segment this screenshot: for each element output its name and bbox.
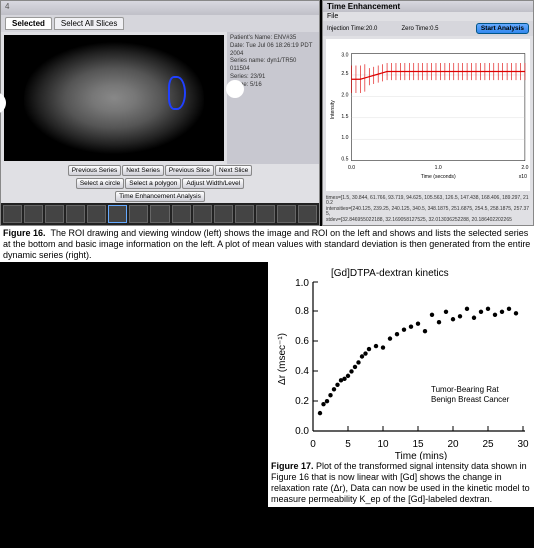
svg-text:2.0: 2.0: [341, 92, 348, 98]
select-circle-button[interactable]: Select a circle: [76, 178, 124, 189]
thumb-(40,5)[interactable]: (40,5): [256, 205, 275, 223]
series-num: Series: 23/91: [230, 74, 316, 82]
te-xlabel: Time (seconds): [421, 174, 456, 180]
thumbnail-strip: (28,5)(29,5)(30,5)(31,5)(32,5)(33,5)(34,…: [1, 203, 319, 225]
next-slice-button[interactable]: Next Slice: [215, 165, 252, 176]
thumb-(42,5)[interactable]: (42,5): [298, 205, 317, 223]
te-xmul: x10: [519, 174, 527, 180]
thumb-(35,5)[interactable]: (35,5): [150, 205, 169, 223]
thumb-(29,5)[interactable]: (29,5): [24, 205, 43, 223]
spacer: [0, 262, 268, 506]
svg-text:1.0: 1.0: [435, 165, 442, 171]
tab-all-slices[interactable]: Select All Slices: [54, 17, 124, 30]
svg-text:0.0: 0.0: [295, 426, 309, 437]
svg-text:2.5: 2.5: [341, 71, 348, 77]
fig17-title: [Gd]DTPA-dextran kinetics: [331, 268, 449, 279]
te-data-footer: times=[1.5, 30.844, 61.766, 93.719, 94.6…: [323, 194, 533, 226]
svg-text:2.0: 2.0: [521, 165, 528, 171]
svg-text:0.0: 0.0: [348, 165, 355, 171]
kinetics-chart: [Gd]DTPA-dextran kinetics 0.0 0.2 0.4 0.6 0…: [271, 264, 531, 460]
date: Date: Tue Jul 06 18:26:19 PDT 2004: [230, 43, 316, 59]
svg-text:15: 15: [412, 439, 424, 450]
start-analysis-button[interactable]: Start Analysis: [476, 23, 529, 34]
prev-series-button[interactable]: Previous Series: [68, 165, 122, 176]
figure-16-caption: Figure 16. The ROI drawing and viewing w…: [0, 226, 534, 262]
fig16-text: The ROI drawing and viewing window (left…: [3, 228, 530, 260]
fig16-label: Figure 16.: [3, 228, 46, 238]
svg-text:20: 20: [447, 439, 459, 450]
tab-selected[interactable]: Selected: [5, 17, 52, 30]
te-title: Time Enhancement: [323, 1, 533, 12]
inj-label: Injection Time:: [327, 26, 366, 32]
thumb-(36,5)[interactable]: (36,5): [172, 205, 191, 223]
fig17-label: Figure 17.: [271, 461, 314, 471]
thumb-(37,5)[interactable]: (37,5): [193, 205, 212, 223]
thumb-(41,5)[interactable]: (41,5): [277, 205, 296, 223]
te-ylabel: Intensity: [330, 100, 336, 119]
thumb-(39,5)[interactable]: (39,5): [235, 205, 254, 223]
fig17-xlabel: Time (mins): [395, 451, 447, 460]
svg-text:30: 30: [517, 439, 529, 450]
zero-label: Zero Time:: [401, 26, 430, 32]
mri-image[interactable]: [4, 35, 224, 161]
image-info: Patient's Name: ENV#35 Date: Tue Jul 06 …: [227, 32, 319, 164]
time-enhancement-window: Time Enhancement File Injection Time:20.…: [322, 0, 534, 226]
fig17-ann2: Benign Breast Cancer: [431, 395, 510, 404]
svg-text:1.0: 1.0: [295, 278, 309, 289]
svg-text:0.4: 0.4: [295, 366, 309, 377]
adjust-wl-button[interactable]: Adjust Width/Level: [182, 178, 244, 189]
fig17-ylabel: Δr (msec⁻¹): [277, 333, 288, 385]
svg-text:25: 25: [482, 439, 494, 450]
select-polygon-button[interactable]: Select a polygon: [125, 178, 181, 189]
menu-file[interactable]: File: [323, 12, 533, 21]
thumb-(28,5)[interactable]: (28,5): [3, 205, 22, 223]
svg-text:0.8: 0.8: [295, 306, 309, 317]
roi-outline[interactable]: [168, 76, 186, 110]
figure-17-caption: Figure 17. Plot of the transformed signa…: [271, 460, 531, 504]
patient-name: Patient's Name: ENV#35: [230, 35, 316, 43]
time-enhance-button[interactable]: Time Enhancement Analysis: [115, 191, 205, 202]
svg-text:0: 0: [310, 439, 316, 450]
fig17-ann1: Tumor-Bearing Rat: [431, 385, 500, 394]
roi-window: 4 Selected Select All Slices Patient's N…: [0, 0, 320, 226]
prev-slice-button[interactable]: Previous Slice: [165, 165, 214, 176]
inj-value: 20.0: [366, 26, 378, 32]
thumb-(38,5)[interactable]: (38,5): [214, 205, 233, 223]
svg-text:3.0: 3.0: [341, 53, 348, 59]
svg-text:5: 5: [345, 439, 351, 450]
thumb-(31,5)[interactable]: (31,5): [66, 205, 85, 223]
series-name: Series name: dyn1/TR50 011504: [230, 58, 316, 74]
thumb-(33,5)[interactable]: (33,5): [108, 205, 127, 223]
svg-text:0.2: 0.2: [295, 396, 309, 407]
thumb-(30,5)[interactable]: (30,5): [45, 205, 64, 223]
svg-text:0.6: 0.6: [295, 336, 309, 347]
te-chart: 0.5 1.0 1.5 2.0 2.5 3.0 0.0 1.0 2.0 Time (se…: [326, 39, 530, 191]
svg-text:10: 10: [377, 439, 389, 450]
svg-text:0.5: 0.5: [341, 157, 348, 163]
thumb-(32,5)[interactable]: (32,5): [87, 205, 106, 223]
svg-text:1.0: 1.0: [341, 135, 348, 141]
figure-17: [Gd]DTPA-dextran kinetics 0.0 0.2 0.4 0.6 0…: [268, 262, 534, 506]
zero-value: 0.5: [430, 26, 438, 32]
svg-text:1.5: 1.5: [341, 114, 348, 120]
next-series-button[interactable]: Next Series: [122, 165, 164, 176]
thumb-(34,5)[interactable]: (34,5): [129, 205, 148, 223]
window-title: 4: [1, 1, 319, 15]
